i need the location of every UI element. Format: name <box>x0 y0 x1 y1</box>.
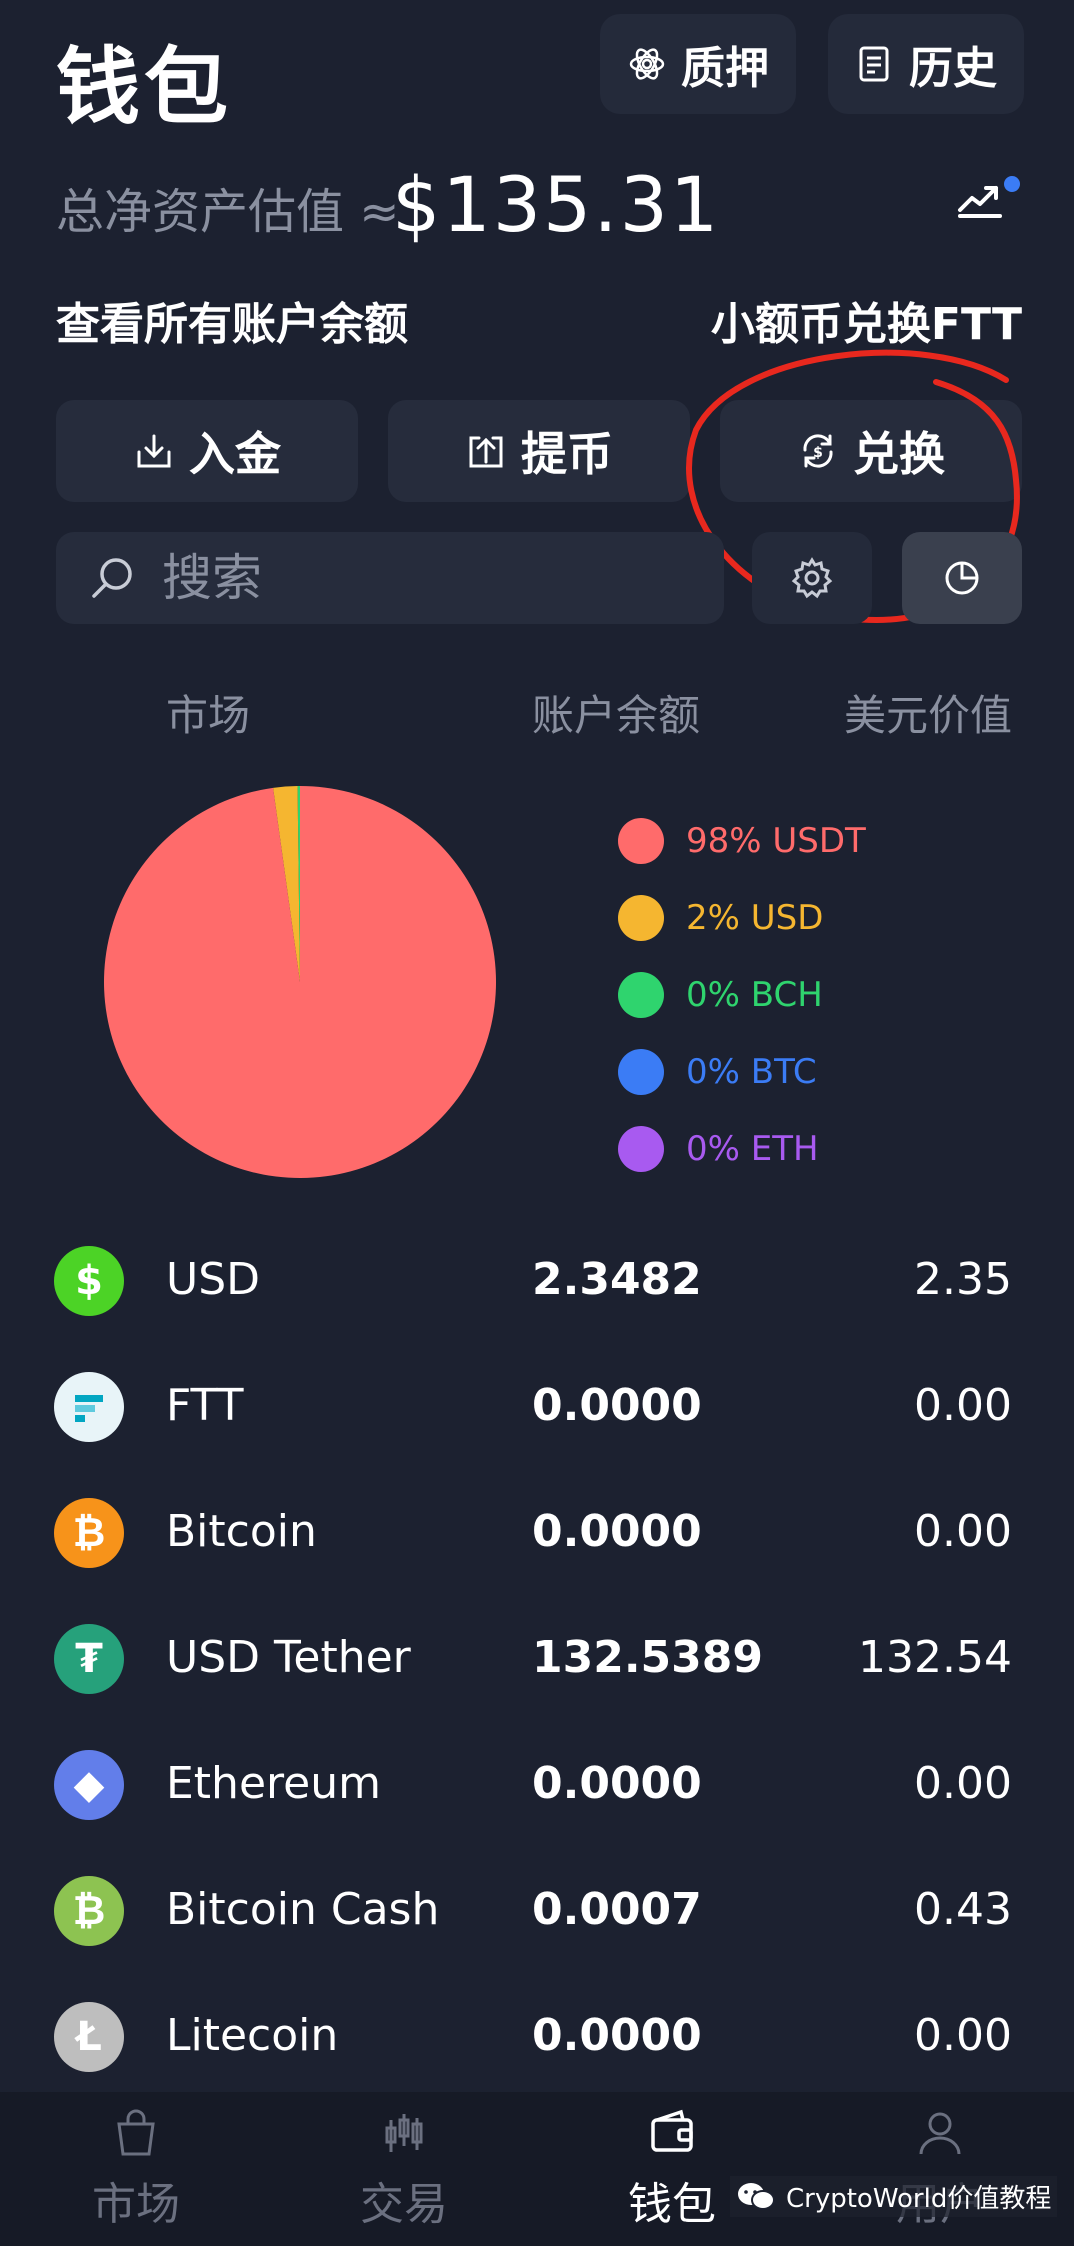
coin-balance: 132.5389 <box>532 1632 764 1683</box>
usd-tether-icon: ₮ <box>54 1624 124 1694</box>
net-asset-value: $135.31 <box>392 160 721 249</box>
legend-dot <box>618 972 664 1018</box>
bitcoin-icon: ₿ <box>54 1498 124 1568</box>
coin-usd-value: 0.43 <box>914 1884 1012 1935</box>
bottom-nav: 市场 交易 钱包 用户 <box>0 2092 1074 2246</box>
deposit-label: 入金 <box>189 427 281 481</box>
legend-dot <box>618 1049 664 1095</box>
page-title: 钱包 <box>56 38 233 136</box>
watermark: CryptoWorld价值教程 <box>730 2176 1058 2217</box>
coin-balance: 0.0000 <box>532 2010 702 2061</box>
nav-trade-label: 交易 <box>360 2179 448 2230</box>
pie-chart-icon <box>945 561 979 595</box>
coin-name: Bitcoin Cash <box>166 1884 440 1935</box>
legend-dot <box>618 1126 664 1172</box>
legend-label: 98% USDT <box>686 821 866 861</box>
search-input[interactable] <box>162 549 682 607</box>
asset-pie-chart <box>103 786 497 1178</box>
gear-icon <box>791 557 833 599</box>
usd-icon: $ <box>54 1246 124 1316</box>
candlestick-icon <box>385 2114 423 2152</box>
search-box[interactable] <box>56 532 724 624</box>
nav-market-label: 市场 <box>92 2179 180 2230</box>
coin-usd-value: 0.00 <box>914 1380 1012 1431</box>
column-usd-value[interactable]: 美元价值 <box>844 682 1012 743</box>
notification-dot <box>1004 176 1020 192</box>
nav-trade[interactable]: 交易 <box>304 2092 504 2246</box>
nav-wallet[interactable]: 钱包 <box>572 2092 772 2246</box>
shopping-bag-icon <box>117 2109 155 2156</box>
pie-toggle-button[interactable] <box>902 532 1022 624</box>
download-icon <box>137 434 171 468</box>
wallet-icon <box>651 2109 693 2152</box>
ethereum-icon: ◆ <box>54 1750 124 1820</box>
withdraw-button[interactable]: 提币 <box>388 400 690 502</box>
legend-item: 2% USD <box>618 895 823 941</box>
legend-item: 0% ETH <box>618 1126 819 1172</box>
net-asset-label: 总净资产估值 ≈ <box>56 184 400 240</box>
nav-market[interactable]: 市场 <box>36 2092 236 2246</box>
nav-user[interactable]: 用户 <box>840 2092 1040 2246</box>
atom-icon <box>629 48 665 80</box>
coin-balance: 0.0000 <box>532 1758 702 1809</box>
coin-usd-value: 132.54 <box>858 1632 1012 1683</box>
user-icon <box>919 2112 961 2155</box>
document-icon <box>859 46 889 82</box>
nav-wallet-label: 钱包 <box>628 2179 716 2230</box>
withdraw-label: 提币 <box>521 427 613 481</box>
stake-label: 质押 <box>681 43 769 94</box>
legend-label: 0% BCH <box>686 975 823 1015</box>
ftt-icon <box>54 1372 124 1442</box>
history-button[interactable]: 历史 <box>828 14 1024 114</box>
coin-name: Litecoin <box>166 2010 339 2061</box>
search-icon <box>92 558 132 598</box>
coin-balance: 0.0007 <box>532 1884 702 1935</box>
coin-usd-value: 2.35 <box>914 1254 1012 1305</box>
view-all-balances-link[interactable]: 查看所有账户余额 <box>56 288 408 352</box>
coin-balance: 0.0000 <box>532 1380 702 1431</box>
coin-name: USD Tether <box>166 1632 411 1683</box>
coin-name: FTT <box>166 1380 244 1431</box>
pie-slice-usdt <box>103 786 497 1178</box>
coin-balance: 2.3482 <box>532 1254 702 1305</box>
legend-item: 0% BTC <box>618 1049 817 1095</box>
litecoin-icon: Ł <box>54 2002 124 2072</box>
coin-row[interactable]: ₿ Bitcoin 0.0000 0.00 <box>0 1470 1074 1596</box>
deposit-button[interactable]: 入金 <box>56 400 358 502</box>
legend-label: 2% USD <box>686 898 824 938</box>
legend-item: 98% USDT <box>618 818 866 864</box>
coin-usd-value: 0.00 <box>914 1506 1012 1557</box>
upload-icon <box>469 436 503 468</box>
watermark-text: CryptoWorld价值教程 <box>786 2184 1052 2214</box>
coin-row[interactable]: Ł Litecoin 0.0000 0.00 <box>0 1974 1074 2100</box>
history-label: 历史 <box>909 43 997 94</box>
legend-label: 0% ETH <box>686 1129 819 1169</box>
coin-usd-value: 0.00 <box>914 2010 1012 2061</box>
stake-button[interactable]: 质押 <box>600 14 796 114</box>
trend-chart-icon[interactable] <box>956 180 1004 220</box>
coin-name: USD <box>166 1254 261 1305</box>
legend-dot <box>618 895 664 941</box>
coin-balance: 0.0000 <box>532 1506 702 1557</box>
coin-name: Ethereum <box>166 1758 381 1809</box>
settings-button[interactable] <box>752 532 872 624</box>
coin-row[interactable]: ₮ USD Tether 132.5389 132.54 <box>0 1596 1074 1722</box>
legend-dot <box>618 818 664 864</box>
legend-item: 0% BCH <box>618 972 823 1018</box>
wechat-icon <box>738 2182 775 2210</box>
column-market[interactable]: 市场 <box>166 682 250 743</box>
coin-name: Bitcoin <box>166 1506 317 1557</box>
coin-row[interactable]: ₿ Bitcoin Cash 0.0007 0.43 <box>0 1848 1074 1974</box>
column-balance[interactable]: 账户余额 <box>532 682 700 743</box>
coin-row[interactable]: FTT 0.0000 0.00 <box>0 1344 1074 1470</box>
legend-label: 0% BTC <box>686 1052 817 1092</box>
coin-usd-value: 0.00 <box>914 1758 1012 1809</box>
coin-row[interactable]: $ USD 2.3482 2.35 <box>0 1218 1074 1344</box>
bitcoin-cash-icon: ₿ <box>54 1876 124 1946</box>
coin-row[interactable]: ◆ Ethereum 0.0000 0.00 <box>0 1722 1074 1848</box>
